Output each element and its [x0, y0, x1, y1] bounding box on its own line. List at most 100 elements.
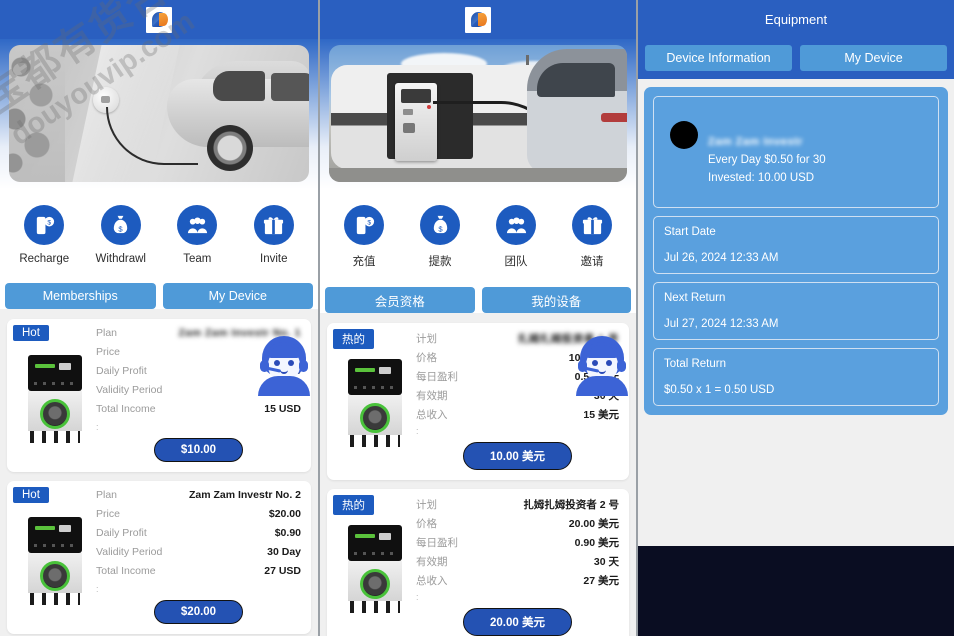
- total-return-label: Total Return: [664, 358, 727, 370]
- plan-card[interactable]: Hot Plan Zam Zam Investr No. 2 Price $20.0…: [7, 481, 311, 634]
- buy-button[interactable]: $10.00: [153, 438, 244, 462]
- plan-row: Total Income 27 USD: [96, 565, 301, 584]
- plan-thumbnail: [337, 331, 412, 470]
- plan-card[interactable]: 热的 计划 扎姆扎姆投资者 2 号 价格 20.00 美元 每日盈利 0.90 美元 …: [327, 489, 629, 636]
- charging-station-photo: [329, 45, 627, 182]
- customer-service-avatar[interactable]: [574, 336, 630, 396]
- plan-row: Price $20.00: [96, 508, 301, 527]
- quick-action-team[interactable]: Team: [159, 205, 236, 265]
- recharge-icon: $: [24, 205, 65, 245]
- tab-my-device[interactable]: My Device: [162, 283, 313, 309]
- quick-actions-en: $ Recharge $ Withdrawl Team Invite: [0, 189, 318, 283]
- equipment-title: Equipment: [638, 0, 954, 39]
- plan-row-label: Price: [96, 508, 120, 520]
- panel-english: 宝都有货合资源网 douyouvip.com $ Recharge $ With…: [0, 0, 318, 636]
- customer-service-avatar[interactable]: [256, 336, 312, 396]
- tab-my-device[interactable]: 我的设备: [481, 287, 631, 313]
- plan-row-value: 20.00 美元: [568, 518, 619, 530]
- hot-badge: 热的: [333, 329, 374, 349]
- plan-row-label: 计划: [416, 499, 437, 511]
- tab-memberships[interactable]: Memberships: [5, 283, 156, 309]
- plan-row-label: Total Income: [96, 565, 156, 577]
- total-return-box: Total Return $0.50 x 1 = 0.50 USD: [653, 348, 939, 406]
- start-date-label: Start Date: [664, 226, 716, 238]
- quick-action-invite[interactable]: 邀请: [554, 205, 630, 269]
- next-return-label: Next Return: [664, 292, 726, 304]
- equipment-tabbar: Device Information My Device: [638, 39, 954, 79]
- plan-row-label: Daily Profit: [96, 527, 147, 539]
- gift-icon: [572, 205, 612, 245]
- total-return-value: $0.50 x 1 = 0.50 USD: [664, 384, 775, 396]
- plan-row-value: 15 USD: [264, 403, 301, 415]
- quick-action-label: 团队: [504, 256, 528, 268]
- plan-row: Total Income 15 USD: [96, 403, 301, 422]
- plan-colon: :: [416, 592, 419, 602]
- tabbar-en: Memberships My Device: [0, 283, 318, 309]
- hot-badge: Hot: [13, 487, 49, 503]
- plan-row-label: 计划: [416, 333, 437, 345]
- gift-icon: [253, 205, 294, 245]
- three-panel-screenshot: 宝都有货合资源网 douyouvip.com $ Recharge $ With…: [0, 0, 954, 636]
- hero-banner-cn: [320, 39, 636, 189]
- plan-row-value: 30 Day: [267, 546, 301, 558]
- quick-action-label: Recharge: [19, 253, 70, 265]
- plan-row-label: Daily Profit: [96, 365, 147, 377]
- buy-button[interactable]: 10.00 美元: [463, 442, 572, 470]
- svg-text:$: $: [367, 219, 371, 226]
- plan-row: 总收入 15 美元: [416, 407, 619, 426]
- quick-action-label: Invite: [260, 253, 288, 265]
- background-filler: [638, 546, 954, 636]
- device-rate: Every Day $0.50 for 30: [708, 154, 826, 166]
- start-date-box: Start Date Jul 26, 2024 12:33 AM: [653, 216, 939, 274]
- plan-row-label: 有效期: [416, 390, 448, 402]
- plan-row-label: Plan: [96, 489, 118, 501]
- quick-action-label: 邀请: [580, 256, 604, 268]
- plan-row-label: 有效期: [416, 556, 448, 568]
- plan-row-label: 总收入: [416, 575, 448, 587]
- quick-action-invite[interactable]: Invite: [236, 205, 313, 265]
- quick-action-withdrawl[interactable]: $ 提款: [402, 205, 478, 269]
- buy-button[interactable]: 20.00 美元: [463, 608, 572, 636]
- quick-action-label: 充值: [352, 256, 376, 268]
- plan-row-label: 每日盈利: [416, 537, 458, 549]
- plan-thumbnail: [17, 327, 92, 462]
- tab-my-device[interactable]: My Device: [800, 45, 947, 71]
- plan-row-label: Validity Period: [96, 384, 163, 396]
- svg-text:$: $: [438, 224, 443, 233]
- quick-action-withdrawl[interactable]: $ Withdrawl: [83, 205, 160, 265]
- plan-row: 有效期 30 天: [416, 554, 619, 573]
- plan-row: 总收入 27 美元: [416, 573, 619, 592]
- hot-badge: 热的: [333, 495, 374, 515]
- quick-action-team[interactable]: 团队: [478, 205, 554, 269]
- plan-row-label: Total Income: [96, 403, 156, 415]
- plan-row-value: $20.00: [268, 508, 301, 520]
- plan-row-value: 0.90 美元: [574, 537, 619, 549]
- tab-memberships[interactable]: 会员资格: [325, 287, 475, 313]
- quick-action-label: 提款: [428, 256, 452, 268]
- plan-row-value: $0.90: [274, 527, 301, 539]
- quick-action-recharge[interactable]: $ Recharge: [6, 205, 83, 265]
- device-name: Zam Zam Investr: [708, 136, 803, 148]
- plan-row: 价格 20.00 美元: [416, 516, 619, 535]
- plan-row-label: Plan: [96, 327, 118, 339]
- app-logo-icon: [465, 6, 491, 33]
- svg-text:$: $: [47, 219, 51, 226]
- plan-row-label: Price: [96, 346, 120, 358]
- device-avatar: [670, 121, 698, 149]
- plan-row: 计划 扎姆扎姆投资者 2 号: [416, 497, 619, 516]
- quick-action-recharge[interactable]: $ 充值: [326, 205, 402, 269]
- plan-row-label: 总收入: [416, 409, 448, 421]
- start-date-value: Jul 26, 2024 12:33 AM: [664, 252, 779, 264]
- app-header-en: [0, 0, 318, 39]
- team-icon: [177, 205, 218, 245]
- money-bag-icon: $: [100, 205, 141, 245]
- tab-device-information[interactable]: Device Information: [645, 45, 792, 71]
- app-header-cn: [320, 0, 636, 39]
- quick-action-label: Withdrawl: [95, 253, 146, 265]
- hot-badge: Hot: [13, 325, 49, 341]
- plan-row-label: 每日盈利: [416, 371, 458, 383]
- device-summary-box: Zam Zam Investr Every Day $0.50 for 30 I…: [653, 96, 939, 208]
- buy-button[interactable]: $20.00: [153, 600, 244, 624]
- plan-colon: :: [96, 422, 99, 432]
- plan-row-label: 价格: [416, 352, 437, 364]
